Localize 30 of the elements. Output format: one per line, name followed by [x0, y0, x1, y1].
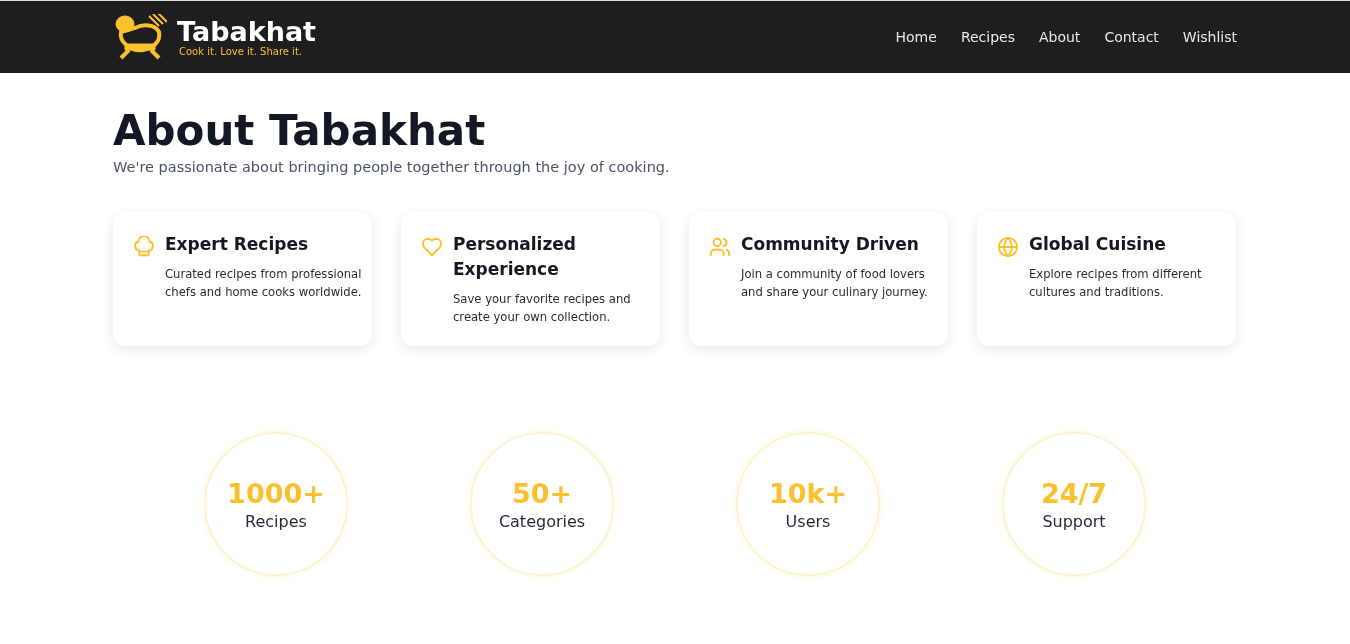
stat-value: 1000+ — [227, 477, 325, 510]
nav-link[interactable]: Recipes — [950, 23, 1025, 51]
brand-tagline: Cook it. Love it. Share it. — [179, 45, 303, 57]
feature-title: Global Cuisine — [1029, 233, 1167, 256]
feature-description: Save your favorite recipes and create your own collection. — [453, 291, 632, 326]
nav-link[interactable]: Contact — [1094, 23, 1169, 51]
globe-icon — [997, 236, 1019, 258]
stat-label: Recipes — [245, 511, 307, 531]
chef-hat-icon — [133, 236, 155, 258]
feature-title: Community Driven — [741, 233, 920, 256]
feature-description: Join a community of food lovers and share your culinary journey. — [741, 266, 929, 301]
users-icon — [709, 236, 731, 258]
nav-link[interactable]: Wishlist — [1172, 23, 1237, 51]
stat-label: Categories — [498, 511, 586, 531]
stat-value: 24/7 — [1040, 477, 1108, 510]
stat-value: 10k+ — [768, 477, 848, 510]
heart-icon — [421, 236, 443, 258]
stat-label: Support — [1042, 511, 1106, 531]
page-title: About Tabakhat — [113, 105, 487, 157]
logo-icon — [113, 14, 167, 60]
stat-label: Users — [785, 511, 831, 531]
nav-link[interactable]: About — [1028, 23, 1091, 51]
feature-title: Personalized Experience — [453, 233, 577, 281]
stat-value: 50+ — [511, 477, 573, 510]
feature-description: Explore recipes from different cultures and traditions. — [1029, 266, 1203, 301]
brand-name: Tabakhat — [177, 17, 316, 46]
nav-link[interactable]: Home — [885, 23, 947, 51]
page-subtitle: We're passionate about bringing people together through the joy of cooking. — [113, 159, 671, 175]
feature-title: Expert Recipes — [165, 233, 310, 256]
feature-description: Curated recipes from professional chefs and home cooks worldwide. — [165, 266, 362, 301]
